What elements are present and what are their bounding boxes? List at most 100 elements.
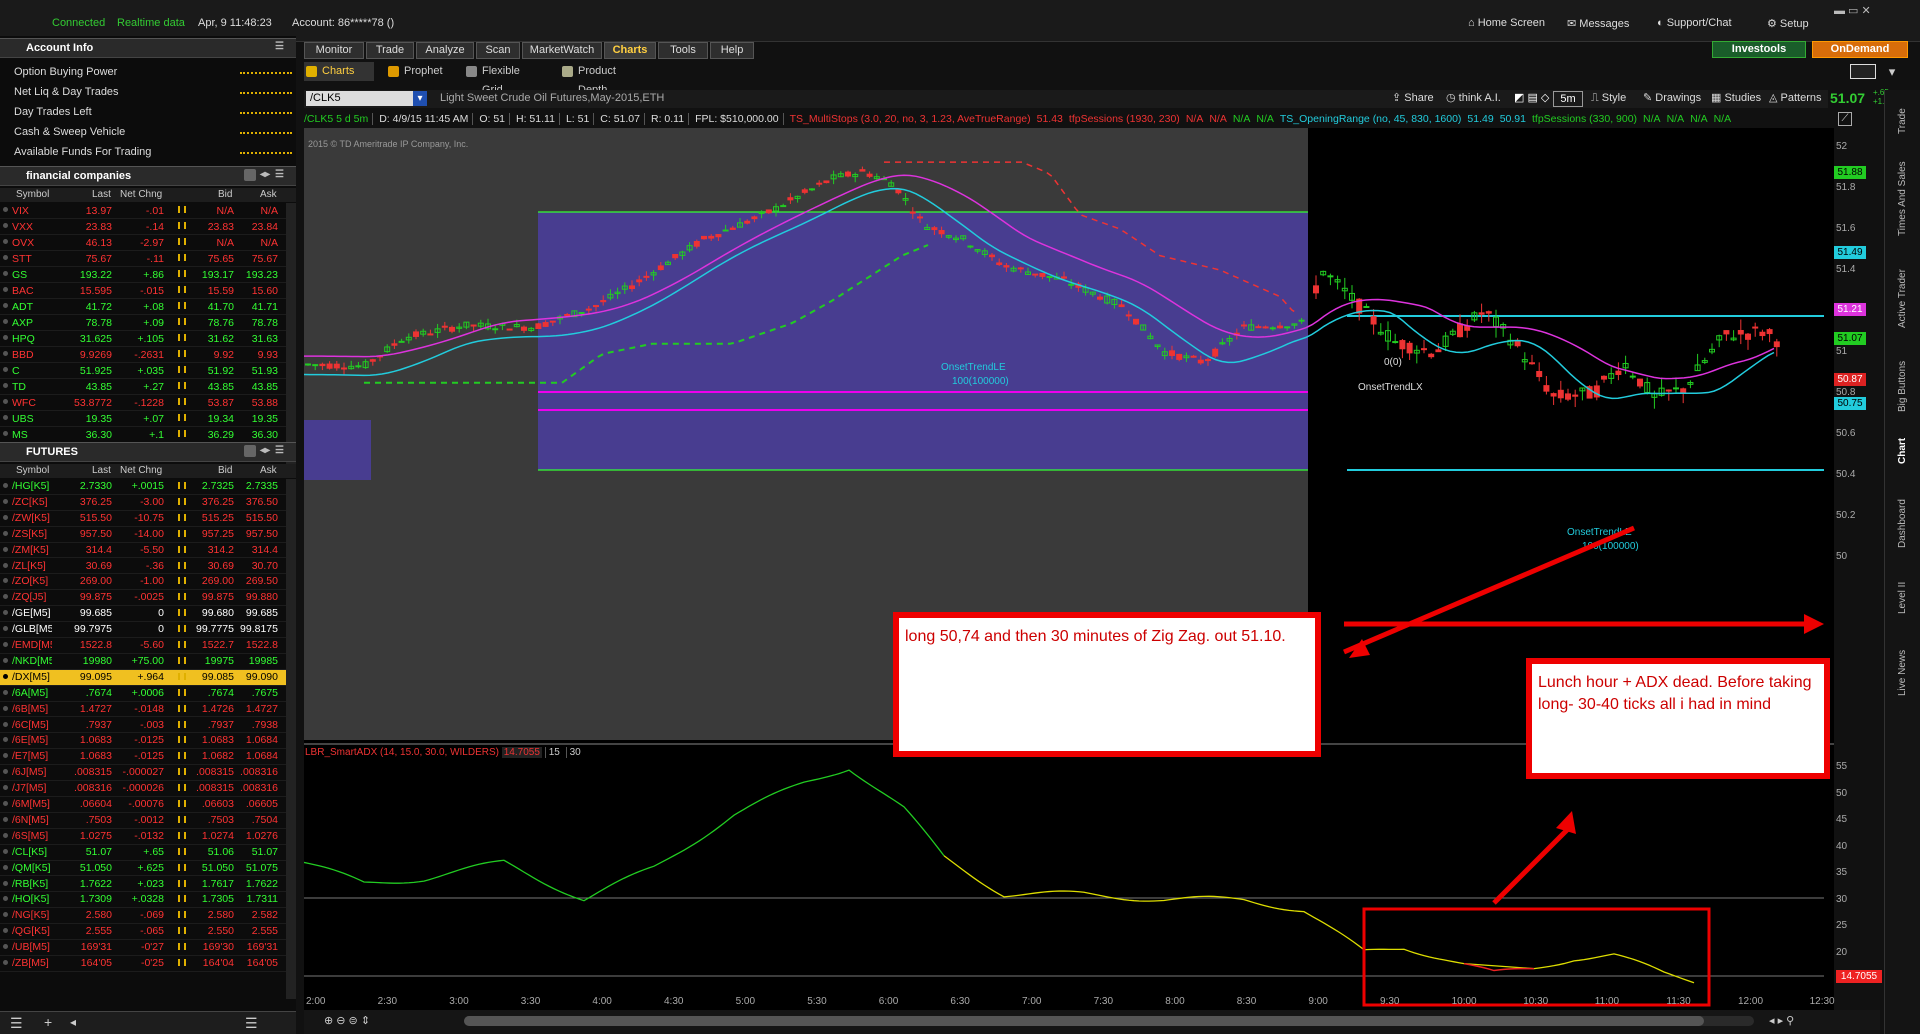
tab-tools[interactable]: Tools <box>658 42 708 59</box>
watchlist-row[interactable]: VXX 23.83 -.14 23.83 23.84 <box>0 219 286 235</box>
watchlist-row[interactable]: /GE[M5] 99.685 0 99.680 99.685 <box>0 606 286 623</box>
watchlist-row[interactable]: /NKD[M5] 19980 +75.00 19975 19985 <box>0 654 286 670</box>
trade-icon[interactable] <box>178 752 186 760</box>
watchlist-row[interactable]: /ZS[K5] 957.50 -14.00 957.25 957.50 <box>0 527 286 543</box>
trade-icon[interactable] <box>178 720 186 728</box>
menu-icon[interactable]: ☰ <box>275 445 284 456</box>
drawings-button[interactable]: ✎ Drawings <box>1643 91 1701 107</box>
watchlist-row[interactable]: /ZL[K5] 30.69 -.36 30.69 30.70 <box>0 559 286 575</box>
trade-icon[interactable] <box>178 895 186 903</box>
trade-icon[interactable] <box>178 513 186 521</box>
watchlist-financial-header[interactable]: financial companies ◂▸ ☰ <box>0 166 296 186</box>
subtab-flexible-grid[interactable]: Flexible Grid <box>464 62 520 96</box>
watchlist-row[interactable]: /CL[K5] 51.07 +.65 51.06 51.07 <box>0 845 286 861</box>
share-button[interactable]: ⇪ Share <box>1392 91 1434 107</box>
watchlist-row[interactable]: /GLB[M5] 99.7975 0 99.7775 99.8175 <box>0 622 286 638</box>
watchlist-row[interactable]: /ZM[K5] 314.4 -5.50 314.2 314.4 <box>0 543 286 559</box>
scroll-thumb[interactable] <box>464 1016 1704 1026</box>
trade-icon[interactable] <box>178 879 186 887</box>
watchlist-row[interactable]: /6C[M5] .7937 -.003 .7937 .7938 <box>0 718 286 734</box>
symbol-input[interactable]: /CLK5 <box>306 91 414 106</box>
trade-icon[interactable] <box>178 768 186 776</box>
col-net-change[interactable]: Net Chng <box>120 189 162 200</box>
menu-icon[interactable]: ☰ <box>275 41 284 52</box>
watchlist-row[interactable]: ADT 41.72 +.08 41.70 41.71 <box>0 299 286 315</box>
trade-icon[interactable] <box>178 270 186 277</box>
watchlist-row[interactable]: /NG[K5] 2.580 -.069 2.580 2.582 <box>0 908 286 925</box>
watchlist-scrollbar[interactable] <box>286 203 296 473</box>
watchlist-row[interactable]: VIX 13.97 -.01 N/A N/A <box>0 203 286 219</box>
watchlist-row[interactable]: /QM[K5] 51.050 +.625 51.050 51.075 <box>0 861 286 877</box>
chart-scrollbar[interactable] <box>464 1016 1754 1026</box>
trade-icon[interactable] <box>178 577 186 585</box>
arrows-icon[interactable]: ◂▸ <box>260 445 270 456</box>
messages-link[interactable]: ✉ Messages <box>1567 17 1629 30</box>
col-bid[interactable]: Bid <box>218 189 232 200</box>
trade-icon[interactable] <box>178 302 186 309</box>
home-screen-link[interactable]: ⌂ Home Screen <box>1468 17 1545 29</box>
watchlist-row[interactable]: /ZB[M5] 164'05 -0'25 164'04 164'05 <box>0 956 286 972</box>
side-tab-live-news[interactable]: Live News <box>1897 636 1911 696</box>
watchlist-row[interactable]: /6B[M5] 1.4727 -.0148 1.4726 1.4727 <box>0 702 286 718</box>
menu-icon[interactable]: ☰ <box>245 1015 258 1032</box>
setup-link[interactable]: ⚙ Setup <box>1767 17 1809 30</box>
patterns-button[interactable]: ◬ Patterns <box>1769 91 1821 107</box>
tab-scan[interactable]: Scan <box>476 42 520 59</box>
trade-icon[interactable] <box>178 847 186 855</box>
trade-icon[interactable] <box>178 704 186 712</box>
tab-charts[interactable]: Charts <box>604 42 656 59</box>
watchlist-row[interactable]: /EMD[M5] 1522.8 -5.60 1522.7 1522.8 <box>0 638 286 654</box>
watchlist-row[interactable]: /ZW[K5] 515.50 -10.75 515.25 515.50 <box>0 511 286 527</box>
think-ai-button[interactable]: ◷ think A.I. <box>1446 91 1501 107</box>
watchlist-row[interactable]: WFC 53.8772 -.1228 53.87 53.88 <box>0 395 286 411</box>
trade-icon[interactable] <box>178 609 186 617</box>
collapse-icon[interactable]: ◂ <box>70 1015 76 1029</box>
watchlist-row[interactable]: /6E[M5] 1.0683 -.0125 1.0683 1.0684 <box>0 733 286 750</box>
trade-icon[interactable] <box>178 482 186 489</box>
trade-icon[interactable] <box>178 334 186 341</box>
studies-button[interactable]: ▦ Studies <box>1711 91 1761 107</box>
ondemand-tab[interactable]: OnDemand <box>1812 41 1908 58</box>
trade-icon[interactable] <box>178 206 186 213</box>
watchlist-row[interactable]: TD 43.85 +.27 43.85 43.85 <box>0 379 286 395</box>
trade-icon[interactable] <box>178 800 186 807</box>
scroll-arrows-icon[interactable]: ◂ ▸ ⚲ <box>1769 1014 1794 1027</box>
trade-icon[interactable] <box>178 943 186 951</box>
subtab-charts[interactable]: Charts <box>304 62 374 81</box>
watchlist-row[interactable]: /QG[K5] 2.555 -.065 2.550 2.555 <box>0 924 286 941</box>
symbol-dropdown-icon[interactable]: ▾ <box>413 91 427 106</box>
trade-icon[interactable] <box>178 561 186 569</box>
trade-icon[interactable] <box>178 382 186 389</box>
watchlist-row[interactable]: MS 36.30 +.1 36.29 36.30 <box>0 427 286 443</box>
timeframe-button[interactable]: 5m <box>1553 91 1583 107</box>
tab-trade[interactable]: Trade <box>366 42 414 59</box>
col-last[interactable]: Last <box>92 465 111 476</box>
trade-icon[interactable] <box>178 784 186 792</box>
tab-help[interactable]: Help <box>710 42 754 59</box>
gear-icon[interactable] <box>244 169 256 181</box>
trade-icon[interactable] <box>178 911 186 919</box>
window-controls[interactable]: ▬ ▭ ✕ <box>1834 4 1871 17</box>
watchlist-row[interactable]: /HG[K5] 2.7330 +.0015 2.7325 2.7335 <box>0 479 286 495</box>
watchlist-row[interactable]: BAC 15.595 -.015 15.59 15.60 <box>0 283 286 299</box>
arrows-icon[interactable]: ◂▸ <box>260 169 270 180</box>
trade-icon[interactable] <box>178 529 186 537</box>
account-info-header[interactable]: Account Info ☰ <box>0 38 296 58</box>
watchlist-row[interactable]: /UB[M5] 169'31 -0'27 169'30 169'31 <box>0 940 286 956</box>
col-ask[interactable]: Ask <box>260 465 277 476</box>
watchlist-row[interactable]: /ZC[K5] 376.25 -3.00 376.25 376.50 <box>0 495 286 511</box>
grid-menu-icon[interactable]: ▾ <box>1885 64 1899 79</box>
watchlist-row[interactable]: OVX 46.13 -2.97 N/A N/A <box>0 235 286 251</box>
side-tab-level-ii[interactable]: Level II <box>1897 570 1911 614</box>
watchlist-row[interactable]: BBD 9.9269 -.2631 9.92 9.93 <box>0 347 286 363</box>
col-symbol[interactable]: Symbol <box>16 189 49 200</box>
side-tab-times-and-sales[interactable]: Times And Sales <box>1897 156 1911 236</box>
side-tab-chart[interactable]: Chart <box>1897 434 1911 464</box>
watchlist-row[interactable]: GS 193.22 +.86 193.17 193.23 <box>0 267 286 283</box>
side-tab-trade[interactable]: Trade <box>1897 94 1911 134</box>
trade-icon[interactable] <box>178 593 186 601</box>
trade-icon[interactable] <box>178 318 186 325</box>
trade-icon[interactable] <box>178 222 186 229</box>
watchlist-row[interactable]: /6N[M5] .7503 -.0012 .7503 .7504 <box>0 813 286 829</box>
price-chart[interactable]: OnsetTrendLE 100(100000) 0(0) OnsetTrend… <box>304 128 1834 1023</box>
